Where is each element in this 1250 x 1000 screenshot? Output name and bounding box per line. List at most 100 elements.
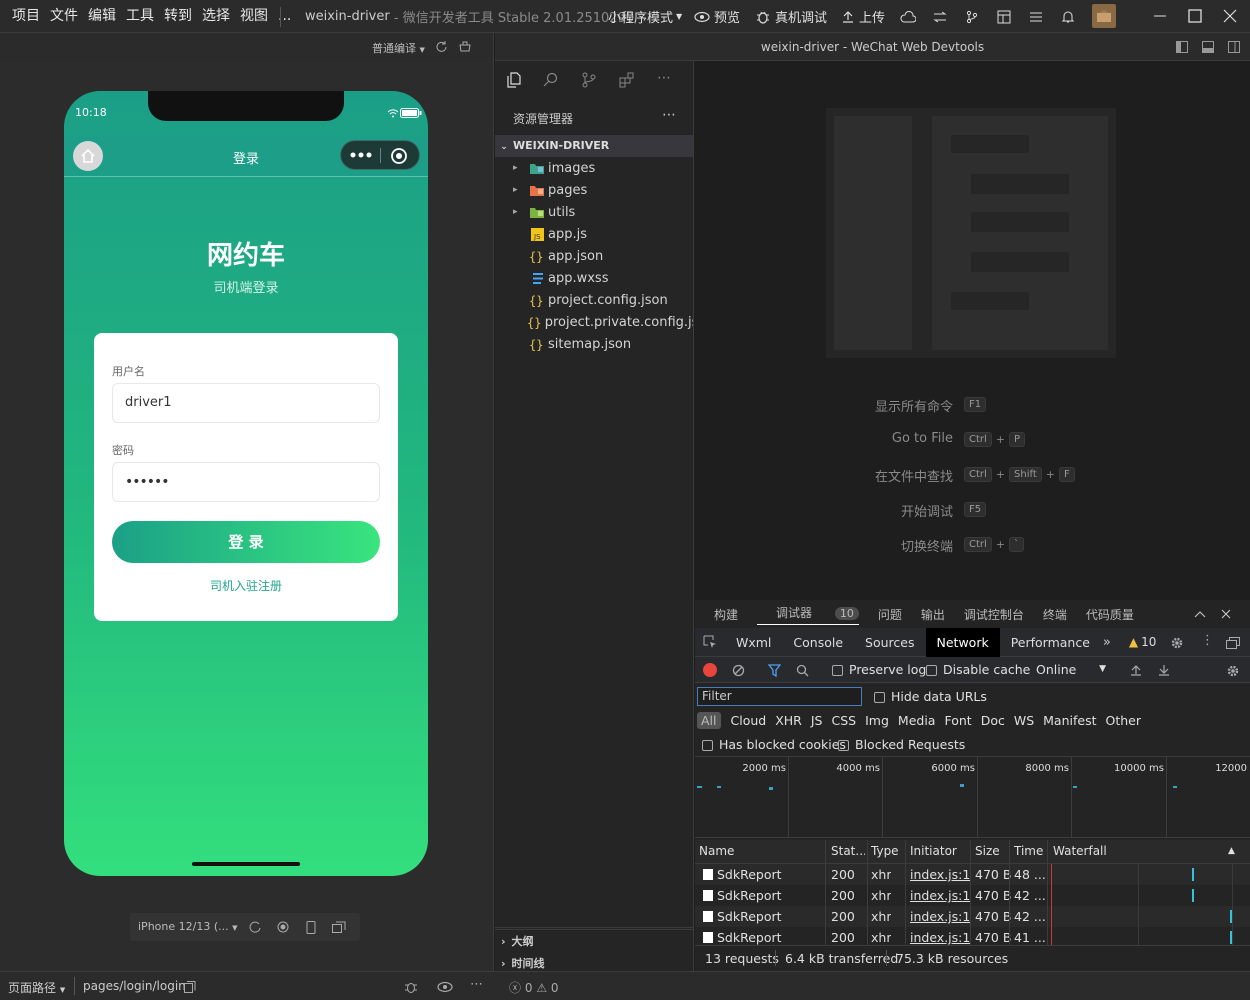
cell-initiator[interactable]: index.js:1 [910, 906, 970, 928]
tab-sources[interactable]: Sources [854, 628, 925, 657]
filter-font[interactable]: Font [944, 713, 971, 728]
filter-manifest[interactable]: Manifest [1043, 713, 1096, 728]
throttle-select[interactable]: Online ▼ [1036, 662, 1106, 677]
table-row[interactable]: SdkReport 200 xhr index.js:1 470 B 48 ... [695, 864, 1250, 885]
rotate-icon[interactable] [248, 920, 262, 934]
filter-xhr[interactable]: XHR [775, 713, 802, 728]
filter-js[interactable]: JS [811, 713, 823, 728]
import-icon[interactable] [1129, 663, 1143, 677]
tab-console[interactable]: Console [782, 628, 854, 657]
dock-icon[interactable] [1225, 635, 1241, 651]
files-icon[interactable] [505, 71, 523, 89]
tree-file[interactable]: {} sitemap.json [495, 333, 693, 355]
register-link[interactable]: 司机入驻注册 [94, 577, 398, 594]
tab-problems[interactable]: 问题 [878, 606, 902, 623]
tree-file[interactable]: {} project.config.json [495, 289, 693, 311]
popout-icon[interactable] [331, 920, 347, 934]
command-label[interactable]: Go to File [695, 431, 953, 446]
minimize-icon[interactable] [1150, 6, 1170, 26]
tab-debugger[interactable]: 调试器 10 [757, 604, 859, 625]
close-panel-icon[interactable] [1219, 607, 1233, 621]
table-row[interactable]: SdkReport 200 xhr index.js:1 470 B 42 ... [695, 906, 1250, 927]
cell-initiator[interactable]: index.js:1 [910, 885, 970, 907]
source-control-icon[interactable] [580, 71, 598, 89]
problems-indicator[interactable]: ⓧ 0 ⚠ 0 [509, 979, 559, 996]
menu-icon[interactable] [1026, 7, 1046, 27]
compile-mode-select[interactable]: 普通编译 ▼ [372, 40, 425, 56]
more-dots-icon[interactable] [347, 147, 375, 163]
more-icon[interactable]: ⋯ [657, 70, 671, 86]
tab-network[interactable]: Network [925, 627, 1000, 657]
exit-miniprogram-icon[interactable] [389, 146, 409, 166]
filter-css[interactable]: CSS [832, 713, 857, 728]
preserve-log-checkbox[interactable]: Preserve log [832, 662, 926, 677]
record-icon[interactable] [276, 920, 290, 934]
blocked-requests-checkbox[interactable]: Blocked Requests [838, 737, 965, 752]
kebab-menu-icon[interactable]: ⋮ [1201, 633, 1214, 648]
cell-initiator[interactable]: index.js:1 [910, 864, 970, 886]
page-path-select[interactable]: 页面路径 ▼ [8, 979, 65, 996]
cloud-icon[interactable] [898, 7, 918, 27]
command-label[interactable]: 在文件中查找 [695, 466, 953, 485]
timeline-section[interactable]: › 时间线 [501, 955, 545, 971]
tab-build[interactable]: 构建 [714, 606, 738, 623]
record-stop-icon[interactable] [703, 663, 717, 677]
username-input[interactable]: driver1 [112, 383, 380, 423]
menu-more[interactable]: ... [273, 0, 296, 33]
outline-section[interactable]: › 大纲 [501, 933, 534, 949]
avatar[interactable] [1092, 4, 1116, 28]
sort-asc-icon[interactable]: ▲ [1228, 840, 1235, 862]
toggle-sidebar-icon[interactable] [1175, 40, 1189, 54]
preview-button[interactable]: 预览 [694, 0, 740, 33]
menu-view[interactable]: 视图 [235, 0, 273, 33]
tab-output[interactable]: 输出 [921, 606, 945, 623]
search-icon[interactable] [795, 663, 809, 677]
disable-cache-checkbox[interactable]: Disable cache [926, 662, 1030, 677]
col-name[interactable]: Name [699, 840, 734, 862]
tab-code-quality[interactable]: 代码质量 [1086, 606, 1134, 623]
swap-icon[interactable] [930, 7, 950, 27]
explorer-more-icon[interactable]: ⋯ [662, 107, 676, 123]
filter-doc[interactable]: Doc [981, 713, 1005, 728]
command-label[interactable]: 显示所有命令 [695, 396, 953, 415]
menu-goto[interactable]: 转到 [159, 0, 197, 33]
tree-file[interactable]: {} app.json [495, 245, 693, 267]
warning-count[interactable]: 10 [1141, 635, 1156, 649]
col-initiator[interactable]: Initiator [910, 840, 957, 862]
menu-tools[interactable]: 工具 [121, 0, 159, 33]
tab-debug-console[interactable]: 调试控制台 [964, 606, 1024, 623]
export-icon[interactable] [1157, 663, 1171, 677]
filter-media[interactable]: Media [898, 713, 936, 728]
col-time[interactable]: Time [1014, 840, 1043, 862]
tree-file[interactable]: {}project.private.config.js... [495, 311, 693, 333]
device-debug-button[interactable]: 真机调试 [755, 0, 827, 33]
more-tabs-icon[interactable]: » [1103, 635, 1111, 650]
command-label[interactable]: 开始调试 [695, 501, 953, 520]
menu-edit[interactable]: 编辑 [83, 0, 121, 33]
clear-icon[interactable] [731, 663, 745, 677]
layout-icon[interactable] [994, 7, 1014, 27]
filter-input[interactable]: Filter [697, 687, 862, 706]
table-row[interactable]: SdkReport 200 xhr index.js:1 470 B 42 ... [695, 885, 1250, 906]
branch-icon[interactable] [962, 7, 982, 27]
tree-folder[interactable]: ▸ pages [495, 179, 693, 201]
mode-select[interactable]: 小程序模式 ▼ [608, 0, 682, 33]
network-settings-icon[interactable] [1225, 663, 1241, 679]
chevron-up-icon[interactable] [1193, 607, 1207, 621]
inspect-icon[interactable] [695, 628, 725, 657]
tree-folder[interactable]: ▸ images [495, 157, 693, 179]
blocked-cookies-checkbox[interactable]: Has blocked cookies [702, 737, 846, 752]
menu-file[interactable]: 文件 [45, 0, 83, 33]
bell-icon[interactable] [1058, 7, 1078, 27]
tab-wxml[interactable]: Wxml [725, 628, 782, 657]
tree-file[interactable]: JS app.js [495, 223, 693, 245]
filter-ws[interactable]: WS [1014, 713, 1034, 728]
login-button[interactable]: 登 录 [112, 521, 380, 563]
settings-icon[interactable] [1169, 635, 1185, 651]
refresh-icon[interactable] [434, 39, 448, 53]
tab-performance[interactable]: Performance [1000, 628, 1101, 657]
tab-terminal[interactable]: 终端 [1043, 606, 1067, 623]
upload-button[interactable]: 上传 [841, 0, 885, 33]
tree-folder[interactable]: ▸ utils [495, 201, 693, 223]
maximize-icon[interactable] [1185, 6, 1205, 26]
